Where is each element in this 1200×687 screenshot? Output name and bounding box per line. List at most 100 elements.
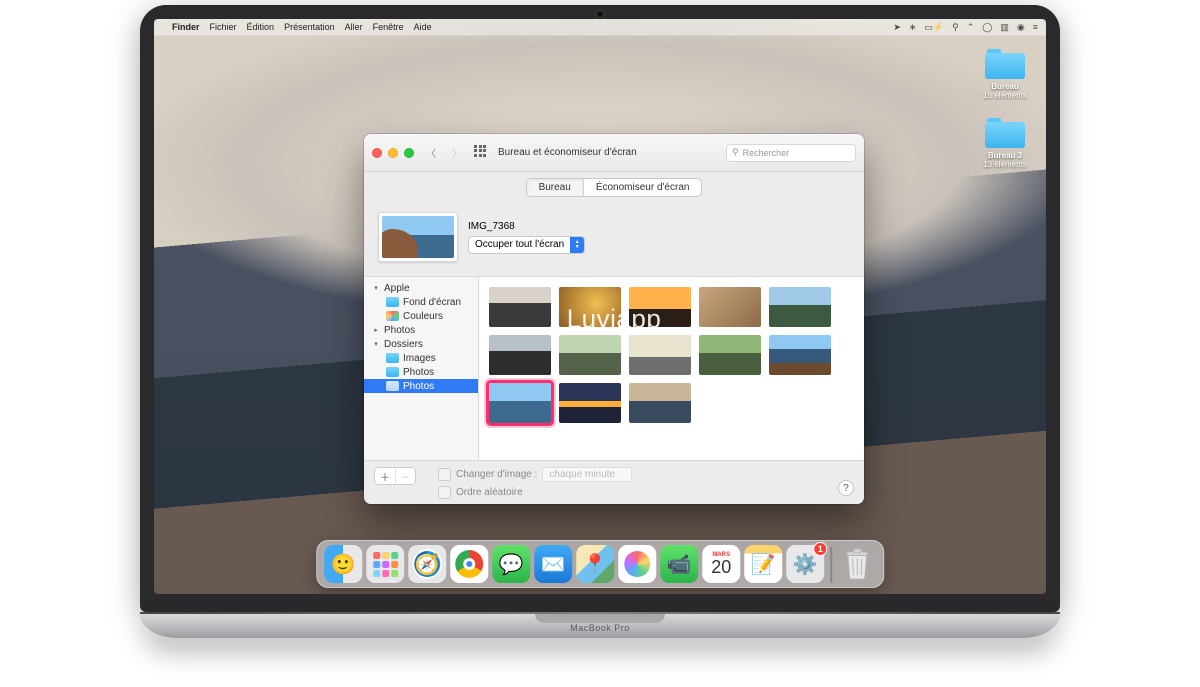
laptop-frame: Finder Fichier Édition Présentation Alle…	[140, 5, 1060, 638]
dock-messages[interactable]: 💬	[492, 545, 530, 583]
wallpaper-thumb[interactable]	[769, 335, 831, 375]
remove-folder-button[interactable]: －	[395, 468, 415, 484]
dock-chrome[interactable]	[450, 545, 488, 583]
body-split: ▾Apple Fond d'écran Couleurs ▸Photos ▾Do…	[364, 277, 864, 460]
wallpaper-thumb[interactable]	[489, 287, 551, 327]
battery-icon[interactable]: ▭⚡	[924, 22, 944, 33]
menu-item[interactable]: Aller	[345, 22, 363, 32]
dock-safari[interactable]: 🧭	[408, 545, 446, 583]
dock: 🙂 🧭 💬 ✉️ 📍 📹 MARS20 📝 ⚙️1	[316, 540, 884, 588]
close-button[interactable]	[372, 148, 382, 158]
dock-finder[interactable]: 🙂	[324, 545, 362, 583]
wallpaper-thumb[interactable]	[699, 335, 761, 375]
screen-bezel: Finder Fichier Édition Présentation Alle…	[140, 5, 1060, 612]
badge: 1	[813, 542, 827, 556]
change-image-checkbox[interactable]: Changer d'image : chaque minute	[438, 467, 632, 482]
help-button[interactable]: ?	[838, 480, 854, 496]
tab-screensaver[interactable]: Économiseur d'écran	[583, 179, 702, 196]
window-footer: ＋ － Changer d'image : chaque minute Ordr…	[364, 460, 864, 504]
wallpaper-thumb[interactable]	[489, 335, 551, 375]
zoom-button[interactable]	[404, 148, 414, 158]
wallpaper-thumb[interactable]	[629, 287, 691, 327]
sidebar-item-couleurs[interactable]: Couleurs	[364, 309, 478, 323]
menu-item[interactable]: Présentation	[284, 22, 335, 32]
control-center-icon[interactable]: ▥	[1000, 22, 1009, 33]
change-interval-select: chaque minute	[542, 467, 632, 482]
menubar-app-name[interactable]: Finder	[172, 22, 200, 32]
segmented-control: Bureau Économiseur d'écran	[526, 178, 703, 197]
dock-notes[interactable]: 📝	[744, 545, 782, 583]
desktop-icon-name: Bureau	[974, 82, 1036, 91]
wallpaper-thumb[interactable]	[559, 335, 621, 375]
show-all-button[interactable]	[474, 145, 490, 161]
desktop-icon-sub: 16 éléments	[974, 91, 1036, 100]
laptop-model-label: MacBook Pro	[570, 623, 630, 633]
dock-system-preferences[interactable]: ⚙️1	[786, 545, 824, 583]
dock-separator	[830, 547, 832, 583]
preview-row: IMG_7368 Occuper tout l'écran ▲▼	[364, 202, 864, 277]
dock-maps[interactable]: 📍	[576, 545, 614, 583]
wallpaper-thumb[interactable]	[769, 287, 831, 327]
wallpaper-thumb[interactable]	[559, 383, 621, 423]
sidebar-item-photos[interactable]: Photos	[364, 365, 478, 379]
dock-facetime[interactable]: 📹	[660, 545, 698, 583]
sidebar-item-images[interactable]: Images	[364, 351, 478, 365]
sidebar-group-photos[interactable]: ▸Photos	[364, 323, 478, 337]
sidebar-item-fond-decran[interactable]: Fond d'écran	[364, 295, 478, 309]
wallpaper-thumb[interactable]	[629, 383, 691, 423]
wallpaper-thumb[interactable]	[699, 287, 761, 327]
current-wallpaper-preview	[378, 212, 458, 262]
dock-trash[interactable]	[838, 545, 876, 583]
forward-button[interactable]: 〉	[448, 144, 466, 162]
desktop-folder[interactable]: Bureau 16 éléments	[974, 49, 1036, 100]
fit-mode-select[interactable]: Occuper tout l'écran ▲▼	[468, 236, 585, 254]
minimize-button[interactable]	[388, 148, 398, 158]
notification-icon[interactable]: ≡	[1033, 22, 1038, 32]
dock-mail[interactable]: ✉️	[534, 545, 572, 583]
laptop-base: MacBook Pro	[140, 614, 1060, 638]
desktop-folder[interactable]: Bureau 3 13 éléments	[974, 118, 1036, 169]
wallpaper-thumb[interactable]	[629, 335, 691, 375]
tabs-row: Bureau Économiseur d'écran	[364, 172, 864, 202]
folder-icon	[386, 297, 399, 307]
add-remove-folder: ＋ －	[374, 467, 416, 485]
search-placeholder: Rechercher	[743, 148, 790, 158]
wallpaper-thumb[interactable]	[559, 287, 621, 327]
desktop-icon-name: Bureau 3	[974, 151, 1036, 160]
folder-icon	[985, 49, 1025, 79]
menu-item[interactable]: Fichier	[210, 22, 237, 32]
window-controls	[372, 148, 414, 158]
user-icon[interactable]: ◯	[982, 22, 992, 33]
menu-item[interactable]: Aide	[414, 22, 432, 32]
sidebar-group-dossiers[interactable]: ▾Dossiers	[364, 337, 478, 351]
bluetooth-icon[interactable]: ∗	[909, 22, 917, 33]
sidebar-item-photos-selected[interactable]: Photos	[364, 379, 478, 393]
desktop-icons: Bureau 16 éléments Bureau 3 13 éléments	[974, 49, 1036, 169]
system-preferences-window: 〈 〉 Bureau et économiseur d'écran ⚲ Rech…	[364, 134, 864, 504]
menu-item[interactable]: Édition	[247, 22, 275, 32]
add-folder-button[interactable]: ＋	[375, 468, 395, 484]
back-button[interactable]: 〈	[422, 144, 440, 162]
siri-icon[interactable]: ◉	[1017, 22, 1025, 33]
search-field[interactable]: ⚲ Rechercher	[726, 144, 856, 162]
folder-icon	[985, 118, 1025, 148]
status-icons: ➤ ∗ ▭⚡ ⚲ ⌃ ◯ ▥ ◉ ≡	[893, 22, 1038, 33]
random-order-checkbox[interactable]: Ordre aléatoire	[438, 486, 632, 499]
sidebar-group-apple[interactable]: ▾Apple	[364, 281, 478, 295]
spotlight-icon[interactable]: ⚲	[952, 22, 959, 33]
tab-desktop[interactable]: Bureau	[527, 179, 583, 196]
titlebar: 〈 〉 Bureau et économiseur d'écran ⚲ Rech…	[364, 134, 864, 172]
wallpaper-thumb[interactable]	[489, 383, 551, 423]
dock-calendar[interactable]: MARS20	[702, 545, 740, 583]
fit-mode-value: Occuper tout l'écran	[475, 239, 564, 250]
menu-item[interactable]: Fenêtre	[373, 22, 404, 32]
dock-launchpad[interactable]	[366, 545, 404, 583]
desktop-screen: Finder Fichier Édition Présentation Alle…	[154, 19, 1046, 594]
chevron-updown-icon: ▲▼	[570, 237, 584, 253]
folder-icon	[386, 353, 399, 363]
wifi-icon[interactable]: ⌃	[967, 22, 975, 33]
dock-photos[interactable]	[618, 545, 656, 583]
search-icon: ⚲	[732, 147, 739, 158]
location-icon[interactable]: ➤	[893, 22, 901, 33]
folder-icon	[386, 367, 399, 377]
